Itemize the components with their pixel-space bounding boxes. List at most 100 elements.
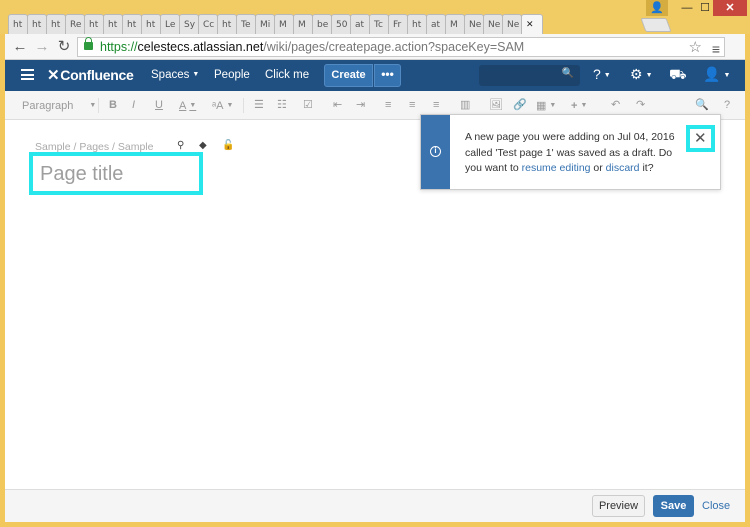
browser-tab[interactable]: at	[426, 14, 446, 34]
window-user-icon[interactable]: 👤	[646, 0, 668, 16]
chevron-down-icon: ▼	[189, 102, 197, 109]
browser-tab[interactable]: ht	[103, 14, 123, 34]
browser-tab[interactable]: Fr	[388, 14, 408, 34]
browser-tab[interactable]: ht	[217, 14, 237, 34]
text-format-icon[interactable]: ᵃA ▼	[212, 98, 233, 113]
notice-close-button[interactable]: ✕	[686, 125, 715, 152]
save-button[interactable]: Save	[653, 495, 694, 517]
window-maximize-button[interactable]: ☐	[697, 0, 713, 16]
text-color-icon[interactable]: A ▼	[179, 98, 196, 113]
url-input[interactable]: https://celestecs.atlassian.net/wiki/pag…	[77, 37, 725, 57]
chevron-down-icon: ▼	[89, 102, 97, 109]
bullet-list-icon[interactable]: ☰	[254, 98, 264, 113]
url-host: celestecs.atlassian.net	[137, 40, 264, 54]
page-title-input[interactable]: Page title	[29, 152, 203, 195]
browser-tab[interactable]: Le	[160, 14, 180, 34]
browser-menu-icon[interactable]: ≡	[712, 40, 720, 58]
browser-tab[interactable]: Ne	[483, 14, 503, 34]
underline-icon[interactable]: U	[155, 98, 163, 113]
back-icon[interactable]: ←	[11, 38, 29, 56]
browser-tab[interactable]: 50	[331, 14, 351, 34]
discard-link[interactable]: discard	[606, 162, 640, 174]
search-input[interactable]: 🔍	[479, 65, 580, 86]
active-tab-close-icon[interactable]: ✕	[521, 14, 543, 34]
align-left-icon[interactable]: ≡	[385, 98, 391, 113]
bold-icon[interactable]: B	[109, 98, 117, 113]
create-button[interactable]: Create	[324, 64, 373, 87]
italic-icon[interactable]: I	[132, 98, 135, 113]
browser-tab[interactable]: M	[293, 14, 313, 34]
window-close-button[interactable]: ✕	[713, 0, 747, 16]
nav-spaces[interactable]: Spaces ▼	[151, 69, 199, 81]
reload-icon[interactable]: ↻	[55, 38, 73, 56]
browser-tab[interactable]: M	[445, 14, 465, 34]
notice-message: A new page you were adding on Jul 04, 20…	[465, 130, 690, 177]
browser-tab[interactable]: Cc	[198, 14, 218, 34]
browser-tab[interactable]: ht	[46, 14, 66, 34]
user-avatar-icon[interactable]: 👤 ▼	[703, 66, 730, 83]
confluence-logo[interactable]: ✕Confluence	[47, 66, 134, 84]
help-icon[interactable]: ? ▼	[593, 66, 611, 82]
chevron-down-icon: ▼	[226, 102, 234, 109]
notice-or-text: or	[590, 162, 606, 174]
create-more-button[interactable]: •••	[374, 64, 401, 87]
page-layout-icon[interactable]: ▥	[460, 98, 470, 113]
browser-tab[interactable]: at	[350, 14, 370, 34]
forward-icon[interactable]: →	[33, 38, 51, 56]
browser-tab[interactable]: M	[274, 14, 294, 34]
paragraph-label: Paragraph	[22, 100, 74, 112]
browser-tab[interactable]: ht	[122, 14, 142, 34]
browser-tab[interactable]: ht	[8, 14, 28, 34]
numbered-list-icon[interactable]: ☷	[277, 98, 287, 113]
unlock-icon[interactable]: 🔓	[222, 140, 234, 151]
page-tree-icon[interactable]: ⚲	[177, 140, 184, 151]
help-icon[interactable]: ?	[724, 98, 730, 113]
browser-tab[interactable]: Re	[65, 14, 85, 34]
browser-tab[interactable]: ht	[27, 14, 47, 34]
chevron-down-icon: ▼	[192, 71, 200, 78]
browser-tab[interactable]: Te	[236, 14, 256, 34]
toolbar-divider	[243, 98, 244, 113]
align-center-icon[interactable]: ≡	[409, 98, 415, 113]
task-list-icon[interactable]: ☑	[303, 98, 313, 113]
insert-link-icon[interactable]: 🔗	[513, 98, 527, 113]
notice-text-after: it?	[639, 162, 654, 174]
insert-table-icon[interactable]: ▦ ▼	[536, 98, 556, 113]
browser-tab[interactable]: Sy	[179, 14, 199, 34]
label-icon[interactable]: ◆	[199, 140, 207, 151]
browser-tab[interactable]: Tc	[369, 14, 389, 34]
resume-editing-link[interactable]: resume editing	[522, 162, 591, 174]
paragraph-dropdown[interactable]: Paragraph ▼	[22, 98, 96, 113]
preview-button[interactable]: Preview	[592, 495, 645, 517]
insert-more-icon[interactable]: + ▼	[571, 98, 587, 113]
browser-tab[interactable]: be	[312, 14, 332, 34]
browser-tab[interactable]: Ne	[464, 14, 484, 34]
nav-click-me[interactable]: Click me	[265, 69, 309, 81]
align-right-icon[interactable]: ≡	[433, 98, 439, 113]
browser-tabstrip: ht ht ht Re ht ht ht ht Le Sy Cc ht Te Mi M Mbe 50 at Tc Fr…	[0, 0, 750, 34]
logo-text: Confluence	[60, 67, 134, 83]
inbox-icon[interactable]: ⛟	[669, 66, 687, 85]
redo-icon[interactable]: ↷	[636, 98, 645, 113]
browser-tab[interactable]: ht	[141, 14, 161, 34]
browser-tab[interactable]: Mi	[255, 14, 275, 34]
outdent-icon[interactable]: ⇤	[333, 98, 342, 113]
address-bar: ← → ↻ https://celestecs.atlassian.net/wi…	[5, 34, 745, 60]
bookmark-star-icon[interactable]: ☆	[689, 39, 702, 57]
window-minimize-button[interactable]: —	[678, 0, 696, 16]
insert-image-icon[interactable]: 🖼	[489, 98, 503, 113]
page-viewport: ✕Confluence Spaces ▼ People Click me Crea…	[5, 60, 745, 522]
chevron-down-icon: ▼	[723, 72, 731, 79]
close-link[interactable]: Close	[702, 500, 730, 512]
find-replace-icon[interactable]: 🔍	[695, 98, 709, 113]
chevron-down-icon: ▼	[645, 72, 653, 79]
new-tab-button[interactable]	[640, 18, 672, 32]
undo-icon[interactable]: ↶	[611, 98, 620, 113]
hamburger-menu-icon[interactable]	[21, 69, 34, 80]
nav-people[interactable]: People	[214, 69, 250, 81]
indent-icon[interactable]: ⇥	[356, 98, 365, 113]
browser-tab[interactable]: ht	[84, 14, 104, 34]
browser-tab[interactable]: ht	[407, 14, 427, 34]
gear-icon[interactable]: ⚙ ▼	[630, 66, 653, 83]
browser-tab[interactable]: Ne	[502, 14, 522, 34]
